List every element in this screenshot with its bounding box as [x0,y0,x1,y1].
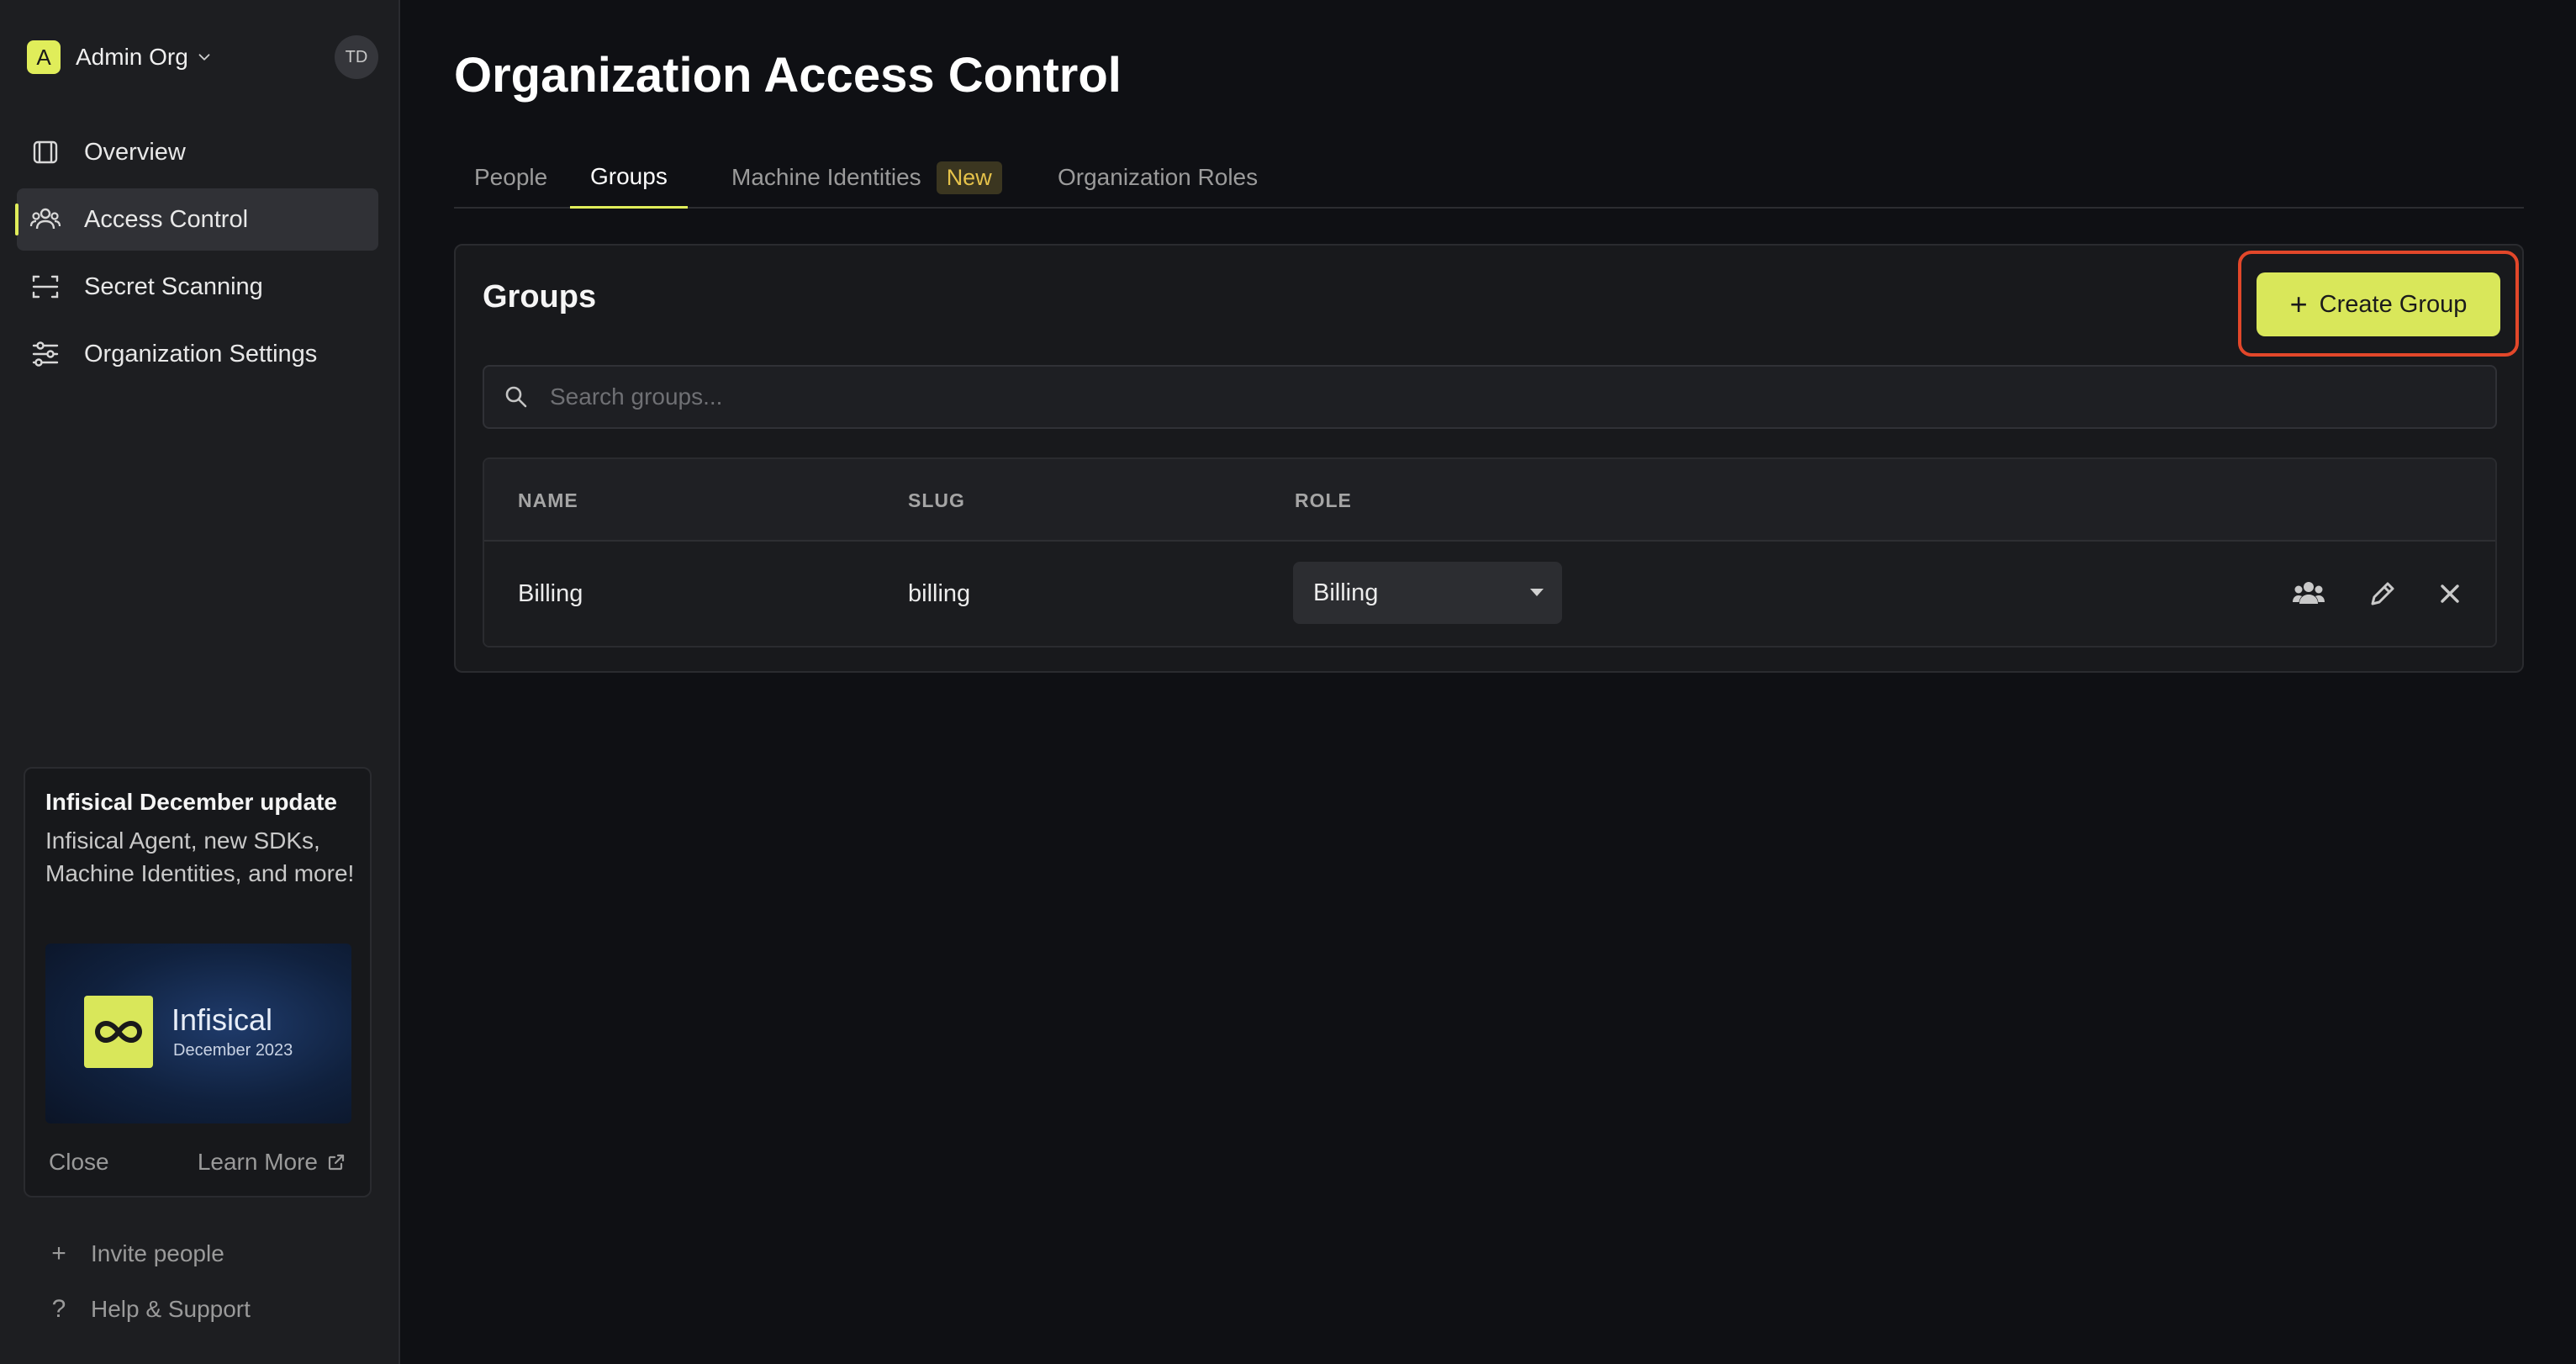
sidebar-item-label: Access Control [84,205,249,233]
infinity-logo-icon [84,996,153,1068]
chevron-down-icon [198,54,210,61]
sidebar-item-access-control[interactable]: Access Control [15,188,378,251]
users-icon [2293,582,2325,604]
tab-groups[interactable]: Groups [570,146,688,209]
scan-icon [29,270,62,304]
promo-title: Infisical December update [45,789,338,815]
pencil-icon [2371,582,2394,605]
tab-organization-roles[interactable]: Organization Roles [1037,146,1278,209]
org-badge: A [27,40,61,74]
sidebar-item-label: Organization Settings [84,340,318,367]
create-group-button[interactable]: + Create Group [2257,272,2500,336]
table-row: Billing billing Billing [484,542,2495,646]
tab-label: Organization Roles [1058,164,1259,190]
promo-close-button[interactable]: Close [49,1149,109,1176]
create-group-label: Create Group [2319,290,2468,318]
external-link-icon [328,1154,345,1171]
overview-icon [29,135,62,169]
plus-icon: + [51,1240,66,1267]
page-title: Organization Access Control [454,48,1122,103]
sidebar: A Admin Org TD Overview Access Control S… [0,0,400,1364]
invite-people-button[interactable]: + Invite people [47,1240,224,1268]
user-avatar[interactable]: TD [335,35,378,79]
sidebar-item-overview[interactable]: Overview [17,121,378,183]
help-support-label: Help & Support [91,1296,251,1322]
column-header-role: ROLE [1295,489,1352,511]
close-icon [2441,584,2459,603]
org-switcher[interactable]: A Admin Org [27,39,214,76]
org-name: Admin Org [76,44,188,70]
group-slug-cell: billing [908,580,971,607]
tab-label: Groups [590,162,668,189]
promo-image-brand: Infisical [172,1002,273,1037]
new-badge: New [936,161,1002,194]
search-groups-input[interactable] [550,383,2399,410]
promo-learn-more-link[interactable]: Learn More [198,1149,346,1176]
invite-people-label: Invite people [91,1240,224,1266]
group-name-cell: Billing [518,580,583,607]
learn-more-label: Learn More [197,1149,318,1175]
question-icon: ? [51,1295,66,1323]
promo-description: Infisical Agent, new SDKs, Machine Ident… [45,827,355,886]
groups-card: Groups + Create Group NAME SLUG ROLE Bil… [454,244,2524,673]
edit-group-button[interactable] [2364,575,2401,612]
tab-bar: People Groups Machine Identities New Org… [454,146,2524,209]
sidebar-item-label: Overview [84,138,186,166]
tab-people[interactable]: People [454,146,567,209]
update-promo-card: Infisical December update Infisical Agen… [24,767,372,1197]
table-header: NAME SLUG ROLE [484,459,2495,542]
caret-down-icon [1530,589,1544,596]
tab-machine-identities[interactable]: Machine Identities New [711,146,1022,209]
column-header-slug: SLUG [908,489,965,511]
help-support-button[interactable]: ? Help & Support [47,1295,251,1324]
promo-image[interactable]: Infisical December 2023 [45,944,351,1123]
role-select-value: Billing [1313,579,1379,606]
groups-table: NAME SLUG ROLE Billing billing Billing [483,457,2497,648]
column-header-name: NAME [518,489,578,511]
sidebar-item-label: Secret Scanning [84,272,263,300]
sliders-icon [29,337,62,371]
users-icon [29,203,62,236]
role-select[interactable]: Billing [1293,562,1562,624]
tab-label: Machine Identities [731,164,921,190]
promo-image-date: December 2023 [173,1041,293,1060]
sidebar-item-organization-settings[interactable]: Organization Settings [17,323,378,385]
plus-icon: + [2289,287,2308,321]
manage-members-button[interactable] [2290,575,2327,612]
delete-group-button[interactable] [2431,575,2468,612]
sidebar-nav: Overview Access Control Secret Scanning … [15,121,378,390]
search-groups-field[interactable] [483,365,2497,429]
groups-card-title: Groups [483,279,597,315]
search-icon [505,386,527,408]
sidebar-item-secret-scanning[interactable]: Secret Scanning [17,256,378,318]
tab-label: People [474,164,548,190]
